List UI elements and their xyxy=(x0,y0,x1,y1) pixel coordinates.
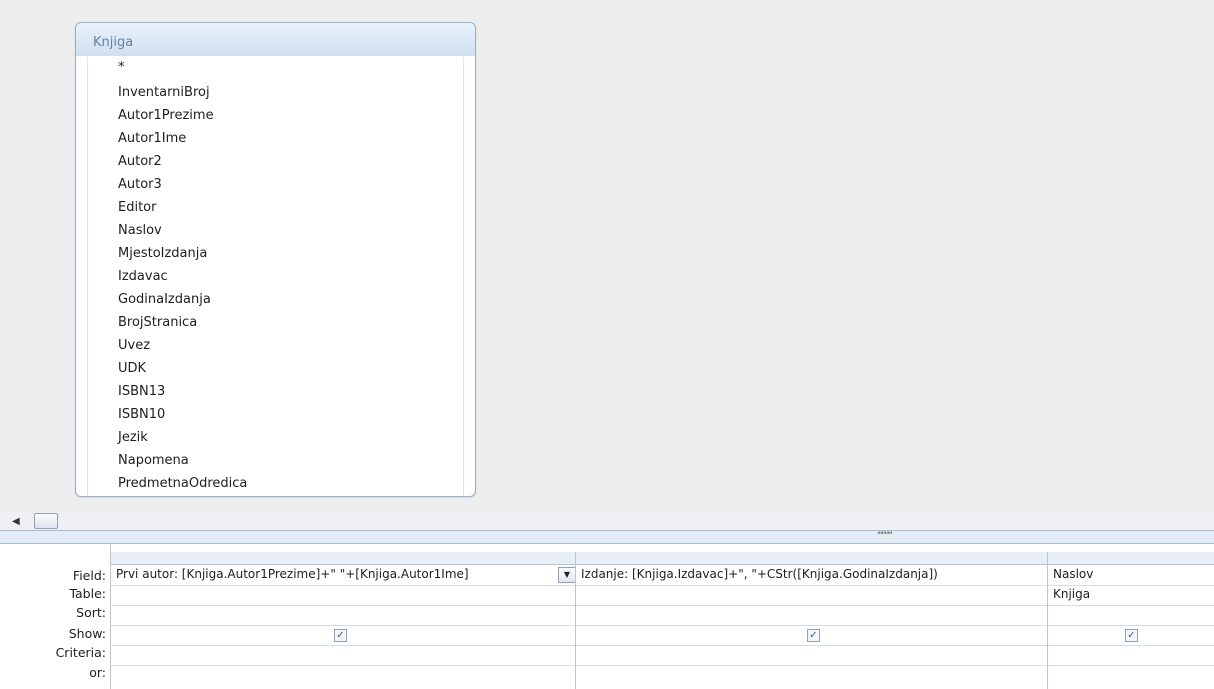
scroll-thumb-grip-icon[interactable] xyxy=(34,513,58,529)
field-item[interactable]: BrojStranica xyxy=(118,314,197,332)
grid-column-2[interactable]: Izdanje: [Knjiga.Izdavac]+", "+CStr([Knj… xyxy=(575,552,1048,689)
field-item[interactable]: Autor1Prezime xyxy=(118,107,214,125)
column-selector[interactable] xyxy=(576,552,1048,565)
row-labels: Field: Table: Sort: Show: Criteria: or: xyxy=(0,544,111,689)
table-field-list-window[interactable]: Knjiga * InventarniBroj Autor1Prezime Au… xyxy=(75,22,476,497)
field-item[interactable]: PredmetnaOdredica xyxy=(118,475,247,493)
row-label-criteria: Criteria: xyxy=(55,645,106,660)
field-item[interactable]: ISBN10 xyxy=(118,406,165,424)
field-item[interactable]: Jezik xyxy=(118,429,148,447)
field-cell[interactable]: Prvi autor: [Knjiga.Autor1Prezime]+" "+[… xyxy=(116,567,469,581)
field-item[interactable]: Editor xyxy=(118,199,156,217)
table-cell[interactable]: Knjiga xyxy=(1053,587,1090,601)
field-item[interactable]: Autor1Ime xyxy=(118,130,186,148)
row-label-show: Show: xyxy=(68,626,106,641)
field-item[interactable]: Uvez xyxy=(118,337,150,355)
field-item[interactable]: ISBN13 xyxy=(118,383,165,401)
query-design-area[interactable]: Knjiga * InventarniBroj Autor1Prezime Au… xyxy=(0,0,1214,512)
column-selector[interactable] xyxy=(111,552,576,565)
row-label-sort: Sort: xyxy=(76,605,106,620)
field-item[interactable]: Autor2 xyxy=(118,153,162,171)
field-cell[interactable]: Naslov xyxy=(1053,567,1093,581)
field-item[interactable]: InventarniBroj xyxy=(118,84,210,102)
field-item[interactable]: Napomena xyxy=(118,452,189,470)
grid-column-3[interactable]: Naslov Knjiga ✓ xyxy=(1047,552,1214,689)
column-selector[interactable] xyxy=(1048,552,1214,565)
field-item[interactable]: * xyxy=(118,59,125,77)
field-item[interactable]: UDK xyxy=(118,360,146,378)
checkbox-checked-icon[interactable]: ✓ xyxy=(1125,629,1138,642)
field-item[interactable]: Izdavac xyxy=(118,268,168,286)
pane-splitter[interactable]: '''''''''' xyxy=(0,530,1214,544)
horizontal-scrollbar[interactable]: ◀ xyxy=(0,512,1214,530)
row-label-or: or: xyxy=(89,665,106,680)
field-item[interactable]: Naslov xyxy=(118,222,162,240)
checkbox-checked-icon[interactable]: ✓ xyxy=(334,629,347,642)
field-item[interactable]: Autor3 xyxy=(118,176,162,194)
scroll-left-arrow-icon[interactable]: ◀ xyxy=(12,516,20,527)
field-item[interactable]: GodinaIzdanja xyxy=(118,291,211,309)
checkbox-checked-icon[interactable]: ✓ xyxy=(807,629,820,642)
grid-column-1[interactable]: Prvi autor: [Knjiga.Autor1Prezime]+" "+[… xyxy=(110,552,576,689)
row-label-field: Field: xyxy=(72,568,106,583)
field-cell[interactable]: Izdanje: [Knjiga.Izdavac]+", "+CStr([Knj… xyxy=(581,567,938,581)
splitter-grip-icon[interactable]: '''''''''' xyxy=(877,531,893,541)
table-title[interactable]: Knjiga xyxy=(76,23,475,56)
dropdown-arrow-icon[interactable]: ▼ xyxy=(558,567,576,583)
query-design-grid: Field: Table: Sort: Show: Criteria: or: … xyxy=(0,544,1214,689)
field-item[interactable]: MjestoIzdanja xyxy=(118,245,207,263)
row-label-table: Table: xyxy=(69,586,106,601)
field-list[interactable]: * InventarniBroj Autor1Prezime Autor1Ime… xyxy=(87,57,464,496)
